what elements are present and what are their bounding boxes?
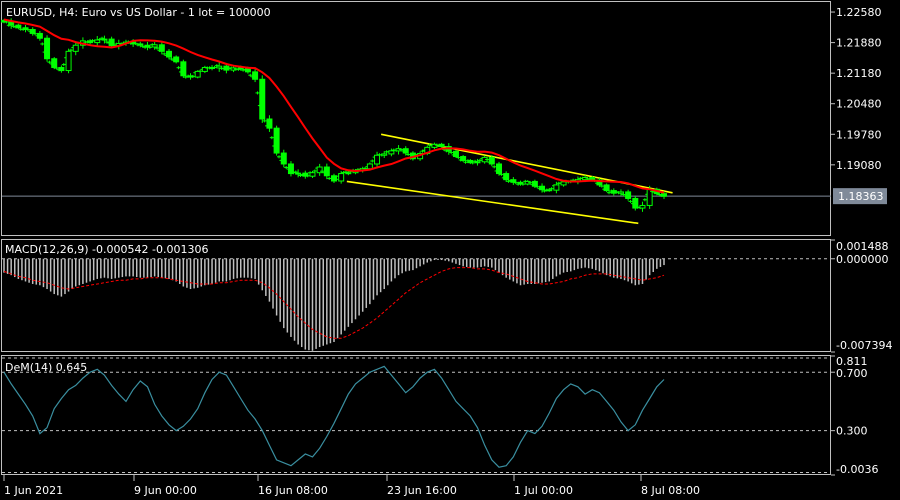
price-tick-label: 1.21880 xyxy=(836,37,882,50)
candle-body xyxy=(496,163,502,175)
candle-body xyxy=(108,38,115,47)
mt5-chart-window[interactable]: 1.22580 1.21880 1.21180 1.20480 1.19780 1.190… xyxy=(0,0,900,500)
candle-body xyxy=(244,67,251,73)
candle-body xyxy=(617,191,624,194)
time-tick-label: 8 Jul 08:00 xyxy=(641,484,700,497)
candle-body xyxy=(237,67,244,70)
macd-tick-label: 0.001488 xyxy=(836,240,889,253)
candle-body xyxy=(625,191,632,199)
candle-body xyxy=(266,118,273,129)
candle-body xyxy=(632,197,639,209)
candle-body xyxy=(381,153,388,156)
dem-tick-label: 0.811 xyxy=(836,355,868,368)
candle-body xyxy=(151,44,158,48)
price-tick-label: 1.19780 xyxy=(836,128,882,141)
candle-body xyxy=(452,150,459,158)
time-tick-label: 16 Jun 08:00 xyxy=(258,484,328,497)
candle-body xyxy=(388,150,395,155)
dem-tick-label: 0.700 xyxy=(836,367,868,380)
time-tick-label: 1 Jul 00:00 xyxy=(514,484,573,497)
candle-body xyxy=(460,156,467,161)
candle-body xyxy=(345,172,352,175)
chart-title: EURUSD, H4: Euro vs US Dollar - 1 lot = … xyxy=(6,6,271,19)
candle-body xyxy=(287,163,294,175)
candle-body xyxy=(560,181,567,186)
candle-body xyxy=(65,50,72,72)
candle-body xyxy=(44,37,51,60)
candle-body xyxy=(474,161,481,164)
candle-body xyxy=(309,172,316,177)
candle-body xyxy=(51,58,58,68)
candle-body xyxy=(323,166,330,177)
candle-body xyxy=(72,44,79,52)
candle-body xyxy=(331,175,337,182)
candle-body xyxy=(15,24,22,29)
candle-body xyxy=(553,184,560,191)
candle-body xyxy=(603,184,610,192)
price-tick-label: 1.19080 xyxy=(836,159,882,172)
candle-body xyxy=(503,173,510,181)
candle-body xyxy=(374,154,381,165)
candle-body xyxy=(158,44,165,52)
candle-body xyxy=(252,71,259,80)
time-tick-label: 1 Jun 2021 xyxy=(4,484,63,497)
dem-tick-label: -0.0036 xyxy=(836,463,878,476)
candle-body xyxy=(438,143,445,148)
candle-body xyxy=(295,172,302,175)
candle-body xyxy=(166,50,172,58)
candle-body xyxy=(259,78,266,120)
candle-body xyxy=(36,32,43,39)
candle-body xyxy=(273,127,280,154)
candle-body xyxy=(280,152,287,165)
dem-tick-label: 0.300 xyxy=(836,425,868,438)
candle-body xyxy=(101,38,108,41)
time-tick-label: 9 Jun 00:00 xyxy=(134,484,197,497)
candle-body xyxy=(639,204,646,209)
macd-label: MACD(12,26,9) -0.000542 -0.001306 xyxy=(5,243,208,256)
dem-label: DeM(14) 0.645 xyxy=(5,361,87,374)
macd-tick-label: 0.000000 xyxy=(836,253,889,266)
candle-body xyxy=(467,159,474,164)
candle-body xyxy=(661,193,667,197)
price-tick-label: 1.22580 xyxy=(836,6,882,19)
macd-tick-label: -0.007394 xyxy=(836,339,892,352)
candle-body xyxy=(338,173,345,182)
current-price-label: 1.18363 xyxy=(838,190,884,203)
candle-body xyxy=(8,21,15,26)
price-tick-label: 1.20480 xyxy=(836,98,882,111)
price-tick-label: 1.21180 xyxy=(836,67,882,80)
candle-body xyxy=(546,189,553,192)
candle-body xyxy=(137,43,144,46)
candle-body xyxy=(173,56,180,63)
candle-body xyxy=(366,163,373,170)
candle-body xyxy=(488,156,495,165)
candle-body xyxy=(510,179,517,183)
candle-body xyxy=(316,166,323,174)
candle-body xyxy=(180,61,187,77)
candle-body xyxy=(58,66,65,72)
time-tick-label: 23 Jun 16:00 xyxy=(387,484,457,497)
candle-body xyxy=(144,44,151,48)
candle-body xyxy=(94,39,101,44)
candle-body xyxy=(531,180,538,187)
candle-body xyxy=(402,148,409,154)
candle-body xyxy=(194,70,201,78)
candle-body xyxy=(29,29,36,34)
candle-body xyxy=(539,185,546,191)
candle-body xyxy=(223,65,230,71)
candle-body xyxy=(216,65,223,69)
